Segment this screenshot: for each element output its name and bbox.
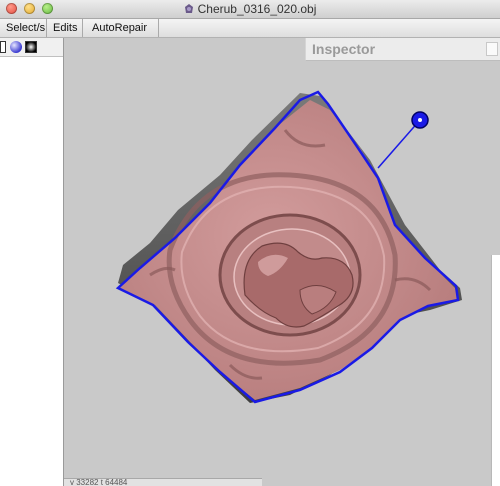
window-title: Cherub_0316_020.obj [197,2,317,16]
toolbar: Select/s Edits AutoRepair All [0,19,500,52]
left-panel [0,38,64,486]
rotation-handle-dot [418,118,422,122]
edits-menu-button[interactable]: Edits [47,19,83,37]
inspector-panel-header: Inspector [305,38,500,61]
doc-icon [184,4,193,13]
inspector-title: Inspector [312,41,376,57]
rotation-handle-stem [377,119,421,169]
mode-strip [0,38,63,57]
texture-shading-icon[interactable] [25,41,37,53]
pointer-mode-icon[interactable] [0,41,6,53]
window-title-wrap: Cherub_0316_020.obj [0,2,500,16]
right-scroll-strip[interactable] [491,255,500,486]
model-render[interactable] [64,38,500,486]
inspector-collapse-button[interactable] [486,42,498,56]
select-menu-button[interactable]: Select/s [0,19,47,37]
3d-viewport[interactable] [64,38,500,486]
window-titlebar: Cherub_0316_020.obj [0,0,500,19]
status-bar: v 33282 t 64484 [64,478,262,486]
sphere-shading-icon[interactable] [10,41,22,53]
autorepair-all-button[interactable]: AutoRepair All [86,19,159,52]
